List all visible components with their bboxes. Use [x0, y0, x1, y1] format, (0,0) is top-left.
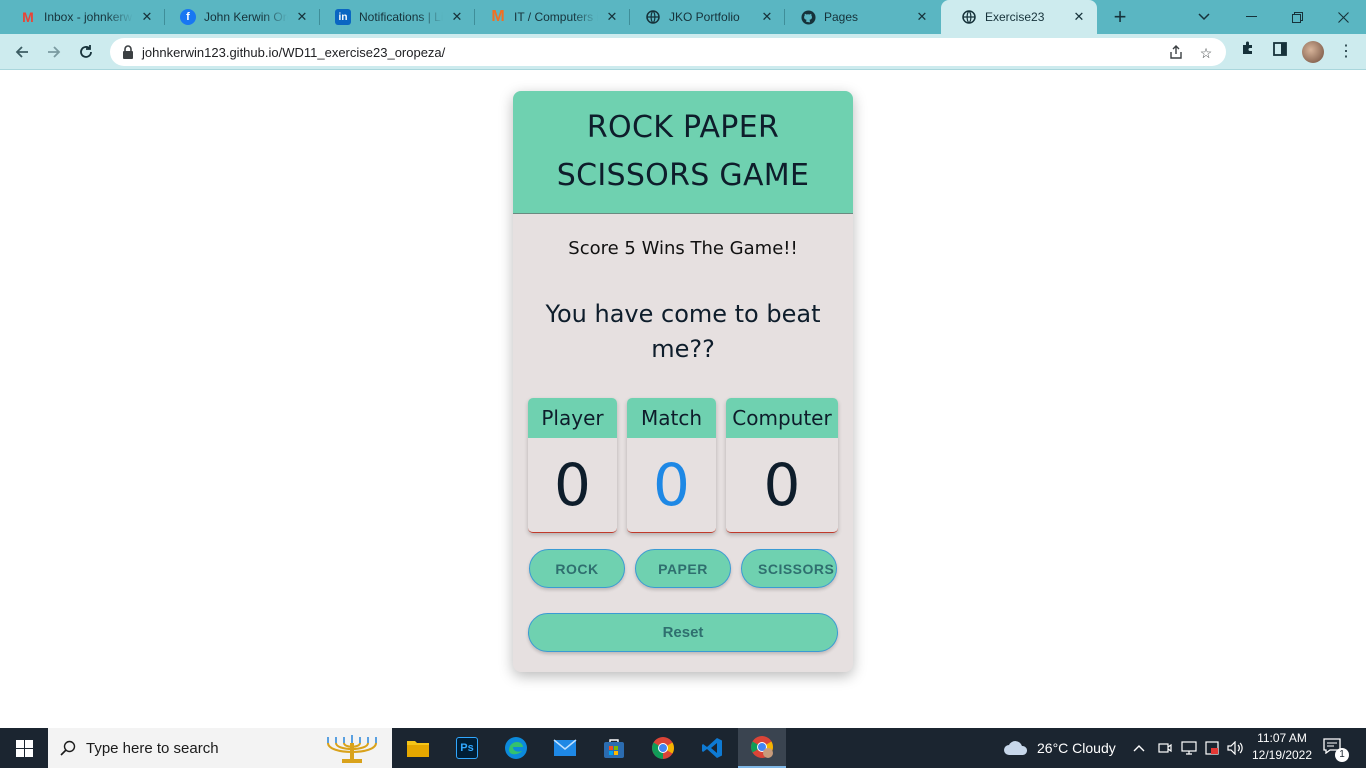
tray-chevron-icon[interactable] [1133, 728, 1145, 768]
tab-search-chevron-icon[interactable] [1181, 0, 1227, 34]
close-tab-icon[interactable]: ✕ [1071, 9, 1087, 25]
windows-start-icon[interactable] [0, 728, 48, 768]
player-score-box: Player 0 [528, 398, 617, 533]
taskbar: Type here to search Ps 26°C Cloudy 11:07… [0, 728, 1366, 768]
facebook-icon: f [180, 9, 196, 25]
meet-icon[interactable] [1158, 728, 1172, 768]
tray-app-icon[interactable] [1205, 728, 1219, 768]
tab-jko-portfolio[interactable]: JKO Portfolio ✕ [625, 0, 785, 34]
tab-title: Exercise23 [985, 10, 1045, 24]
notifications-icon[interactable]: 1 [1323, 728, 1349, 768]
tab-facebook[interactable]: f John Kerwin Oropeza ✕ [160, 0, 320, 34]
match-score-box: Match 0 [627, 398, 716, 533]
tab-it-computers[interactable]: M IT / Computers in ✕ [470, 0, 630, 34]
match-score: 0 [653, 451, 690, 519]
weather-widget[interactable]: 26°C Cloudy [1003, 728, 1116, 768]
close-tab-icon[interactable]: ✕ [604, 9, 620, 25]
game-header: ROCK PAPER SCISSORS GAME [513, 91, 853, 214]
store-icon[interactable] [590, 728, 638, 768]
computer-score: 0 [763, 451, 801, 519]
bookmark-star-icon[interactable]: ☆ [1198, 45, 1214, 61]
scissors-button[interactable]: SCISSORS [741, 549, 837, 588]
globe-icon [961, 9, 977, 25]
search-placeholder: Type here to search [86, 739, 219, 757]
menorah-icon [327, 735, 377, 763]
game-title: ROCK PAPER SCISSORS GAME [556, 110, 810, 193]
restore-button[interactable] [1274, 0, 1320, 34]
game-card: ROCK PAPER SCISSORS GAME Score 5 Wins Th… [513, 91, 853, 672]
url-text: johnkerwin123.github.io/WD11_exercise23_… [142, 44, 446, 60]
clock[interactable]: 11:07 AM 12/19/2022 [1244, 730, 1320, 764]
profile-avatar[interactable] [1302, 41, 1324, 63]
gmail-icon: M [22, 9, 34, 25]
reset-button[interactable]: Reset [528, 613, 838, 652]
game-message: You have come to beat me?? [545, 300, 821, 363]
minimize-button[interactable] [1228, 0, 1274, 34]
tab-strip: M Inbox - johnkerwin ✕ f John Kerwin Oro… [0, 0, 1366, 34]
side-panel-icon[interactable] [1268, 40, 1292, 64]
tab-title: Notifications | LinkedIn [359, 10, 443, 24]
clock-time: 11:07 AM [1257, 731, 1307, 745]
tab-title: Pages [824, 10, 859, 24]
player-label: Player [528, 398, 617, 438]
volume-icon[interactable] [1227, 728, 1245, 768]
close-tab-icon[interactable]: ✕ [294, 9, 310, 25]
mail-icon[interactable] [541, 728, 589, 768]
close-tab-icon[interactable]: ✕ [139, 9, 155, 25]
tab-title: JKO Portfolio [669, 10, 740, 24]
linkedin-icon: in [335, 9, 351, 25]
win-rule-text: Score 5 Wins The Game!! [568, 238, 798, 259]
search-icon [60, 740, 76, 756]
globe-icon [645, 9, 661, 25]
paper-button[interactable]: PAPER [635, 549, 731, 588]
tab-gmail[interactable]: M Inbox - johnkerwin ✕ [0, 0, 165, 34]
notification-count: 1 [1335, 748, 1349, 762]
weather-text: 26°C Cloudy [1037, 740, 1116, 756]
lock-icon [123, 45, 133, 59]
tab-title: IT / Computers in [514, 10, 598, 24]
close-tab-icon[interactable]: ✕ [759, 9, 775, 25]
tab-pages[interactable]: Pages ✕ [780, 0, 940, 34]
tab-title: John Kerwin Oropeza [204, 10, 288, 24]
clock-date: 12/19/2022 [1251, 748, 1313, 762]
player-score: 0 [554, 451, 591, 519]
m-icon: M [491, 8, 505, 25]
tab-title: Inbox - johnkerwin [44, 10, 133, 24]
network-icon[interactable] [1181, 728, 1197, 768]
chrome-profile-icon[interactable] [738, 728, 786, 768]
toolbar: johnkerwin123.github.io/WD11_exercise23_… [0, 34, 1366, 70]
computer-score-box: Computer 0 [726, 398, 838, 533]
forward-arrow-icon[interactable] [42, 40, 66, 64]
github-icon [800, 9, 816, 25]
chrome-icon[interactable] [639, 728, 687, 768]
computer-label: Computer [726, 398, 838, 438]
address-bar[interactable]: johnkerwin123.github.io/WD11_exercise23_… [110, 38, 1226, 66]
photoshop-icon[interactable]: Ps [443, 728, 491, 768]
extensions-icon[interactable] [1236, 40, 1260, 64]
close-tab-icon[interactable]: ✕ [449, 9, 465, 25]
back-arrow-icon[interactable] [10, 40, 34, 64]
match-label: Match [627, 398, 716, 438]
vscode-icon[interactable] [688, 728, 736, 768]
rock-button[interactable]: ROCK [529, 549, 625, 588]
menu-kebab-icon[interactable]: ⋮ [1334, 40, 1358, 64]
share-icon[interactable] [1168, 45, 1184, 61]
tab-exercise23[interactable]: Exercise23 ✕ [941, 0, 1097, 34]
edge-icon[interactable] [492, 728, 540, 768]
new-tab-button[interactable]: + [1108, 5, 1132, 29]
close-tab-icon[interactable]: ✕ [914, 9, 930, 25]
cloud-icon [1004, 741, 1028, 755]
scoreboard: Player 0 Match 0 Computer 0 [528, 398, 838, 533]
reload-icon[interactable] [74, 40, 98, 64]
tab-linkedin[interactable]: in Notifications | LinkedIn ✕ [315, 0, 475, 34]
taskbar-search[interactable]: Type here to search [48, 728, 392, 768]
file-explorer-icon[interactable] [394, 728, 442, 768]
close-window-button[interactable] [1320, 0, 1366, 34]
